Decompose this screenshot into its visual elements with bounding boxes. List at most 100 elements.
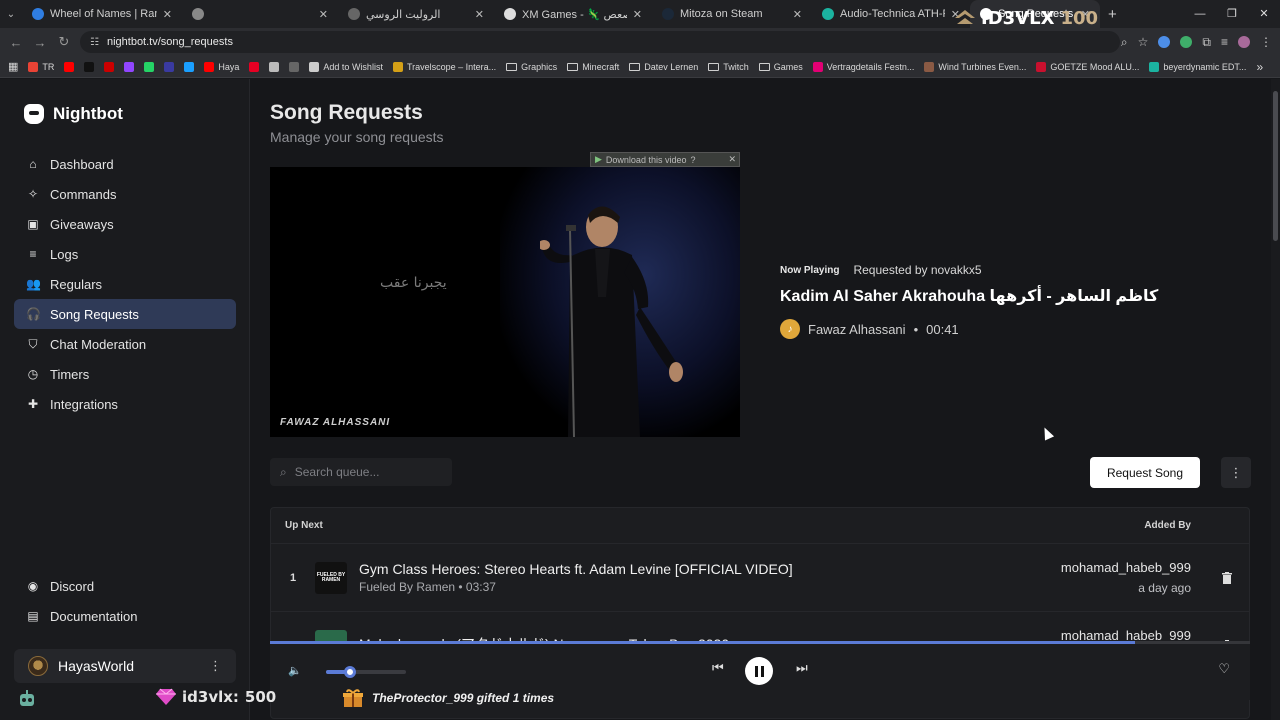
sidebar-item-discord[interactable]: ◉ Discord (14, 571, 236, 601)
tab-close-icon[interactable]: ✕ (633, 8, 642, 21)
download-label: Download this video (605, 154, 687, 165)
bookmark-item[interactable] (289, 61, 300, 72)
browser-tab[interactable]: XM Games - 🦎 روليت عصعص ✕ (494, 0, 652, 28)
tab-close-icon[interactable]: ✕ (319, 8, 328, 21)
bookmark-item[interactable]: Wind Turbines Even... (924, 61, 1026, 72)
back-button[interactable]: ← (4, 35, 28, 50)
bookmark-item[interactable]: GOETZE Mood ALU... (1036, 61, 1139, 72)
sidebar-item-documentation[interactable]: ▤ Documentation (14, 601, 236, 631)
bookmark-item[interactable] (144, 61, 155, 72)
sidebar-item-giveaways[interactable]: ▣ Giveaways (14, 209, 236, 239)
media-controls-icon[interactable]: ≡ (1221, 35, 1228, 49)
bookmark-item[interactable]: Travelscope – Intera... (392, 61, 496, 72)
extension-icon[interactable] (1180, 36, 1193, 48)
volume-icon[interactable]: 🔈 (288, 664, 302, 677)
sidebar-nav: ⌂ Dashboard ✧ Commands ▣ Giveaways ≡ Logs 👥 Regul… (14, 149, 236, 419)
video-player[interactable]: يجبرنا عقب FAWAZ ALHASSANI (270, 167, 740, 437)
bookmark-folder[interactable]: Games (758, 62, 803, 72)
restore-button[interactable]: ❐ (1216, 0, 1248, 28)
reload-button[interactable]: ↻ (52, 34, 76, 50)
bookmark-item[interactable]: Haya (204, 61, 239, 72)
download-video-bar[interactable]: ▶ Download this video ? ✕ (590, 152, 740, 167)
apps-grid-icon[interactable]: ▦ (8, 60, 18, 73)
previous-track-icon[interactable]: ⏮ (712, 660, 724, 676)
bookmark-item[interactable] (164, 61, 175, 72)
volume-slider[interactable] (326, 666, 406, 678)
bookmark-item[interactable]: Add to Wishlist (309, 61, 383, 72)
sidebar-item-commands[interactable]: ✧ Commands (14, 179, 236, 209)
bookmark-favicon-icon (269, 61, 280, 72)
browser-tab[interactable]: Audio-Technica ATH-R70xa – M✕ (812, 0, 970, 28)
table-row[interactable]: 1 FUELED BY RAMEN Gym Class Heroes: Stereo… (271, 544, 1249, 612)
browser-menu-icon[interactable]: ⋮ (1260, 35, 1272, 49)
bookmark-favicon-icon (812, 61, 823, 72)
profile-avatar[interactable] (1238, 36, 1250, 48)
bookmark-folder[interactable]: Minecraft (567, 62, 619, 72)
extension-icon[interactable] (1158, 36, 1171, 48)
bookmark-item[interactable] (64, 61, 75, 72)
browser-tab[interactable]: Wheel of Names | Random nam ✕ (22, 0, 182, 28)
browser-tab[interactable]: ✕ (182, 0, 338, 28)
queue-search[interactable]: ⌕ (270, 458, 452, 486)
user-menu[interactable]: HayasWorld ⋮ (14, 649, 236, 683)
bookmark-item[interactable] (84, 61, 95, 72)
sidebar-item-integrations[interactable]: ✚ Integrations (14, 389, 236, 419)
bookmark-item[interactable] (104, 61, 115, 72)
tab-search-button[interactable]: ⌄ (0, 9, 22, 20)
search-input[interactable] (294, 465, 435, 479)
bookmark-folder[interactable]: Datev Lernen (629, 62, 698, 72)
sidebar-item-dashboard[interactable]: ⌂ Dashboard (14, 149, 236, 179)
bookmark-item[interactable] (269, 61, 280, 72)
url-bar[interactable]: ☷ nightbot.tv/song_requests (80, 31, 1120, 53)
tab-close-icon[interactable]: ✕ (475, 8, 484, 21)
zoom-icon[interactable]: ⌕ (1121, 35, 1128, 50)
new-tab-button[interactable]: + (1100, 6, 1125, 23)
added-by-user[interactable]: mohamad_habeb_999 (1061, 560, 1191, 575)
bookmark-item[interactable] (184, 61, 195, 72)
tab-close-icon[interactable]: ✕ (163, 8, 172, 21)
bookmark-star-icon[interactable]: ☆ (1138, 35, 1149, 49)
minimize-button[interactable]: — (1184, 0, 1216, 28)
request-song-button[interactable]: Request Song (1090, 457, 1200, 488)
page-scrollbar[interactable] (1271, 79, 1280, 720)
favorite-heart-icon[interactable]: ♡ (1218, 661, 1230, 677)
brand[interactable]: Nightbot (24, 104, 123, 124)
tab-close-icon[interactable]: ✕ (793, 8, 802, 21)
browser-tab[interactable]: الروليت الروسي ✕ (338, 0, 494, 28)
sidebar-item-song-requests[interactable]: 🎧 Song Requests (14, 299, 236, 329)
sidebar-item-regulars[interactable]: 👥 Regulars (14, 269, 236, 299)
help-icon[interactable]: ? (690, 155, 695, 165)
bookmark-item[interactable]: Vertragdetails Festn... (812, 61, 914, 72)
bookmark-item[interactable] (249, 61, 260, 72)
more-options-icon[interactable]: ⋮ (1221, 457, 1251, 488)
url-text: nightbot.tv/song_requests (106, 36, 233, 48)
sidebar-item-logs[interactable]: ≡ Logs (14, 239, 236, 269)
queue-song-title[interactable]: Gym Class Heroes: Stereo Hearts ft. Adam… (359, 561, 793, 577)
tab-title: XM Games - 🦎 روليت عصعص (522, 8, 627, 21)
scrollbar-thumb[interactable] (1273, 91, 1278, 241)
bookmark-item[interactable] (124, 61, 135, 72)
site-info-icon[interactable]: ☷ (90, 37, 99, 48)
next-track-icon[interactable]: ⏭ (796, 660, 808, 676)
volume-knob[interactable] (344, 666, 356, 678)
user-menu-kebab-icon[interactable]: ⋮ (209, 658, 222, 674)
pause-button[interactable] (745, 657, 773, 685)
bookmark-item[interactable]: beyerdynamic EDT... (1149, 61, 1246, 72)
channel-name[interactable]: Fawaz Alhassani (808, 322, 906, 337)
now-playing-title[interactable]: Kadim Al Saher Akrahouha كاظم الساهر - أ… (780, 286, 1250, 306)
trash-icon[interactable] (1219, 570, 1235, 586)
bookmarks-overflow-icon[interactable]: » (1256, 60, 1263, 74)
bookmark-item[interactable]: TR (28, 61, 54, 72)
close-window-button[interactable]: ✕ (1248, 0, 1280, 28)
close-icon[interactable]: ✕ (728, 154, 736, 165)
avatar (28, 656, 48, 676)
bookmark-folder[interactable]: Graphics (506, 62, 557, 72)
sidebar-item-timers[interactable]: ◷ Timers (14, 359, 236, 389)
sidebar-item-chat-moderation[interactable]: ⛉ Chat Moderation (14, 329, 236, 359)
browser-tab[interactable]: Mitoza on Steam ✕ (652, 0, 812, 28)
now-playing-label: Now Playing (780, 264, 840, 276)
forward-button[interactable]: → (28, 35, 52, 50)
bookmark-folder[interactable]: Twitch (708, 62, 749, 72)
extensions-puzzle-icon[interactable]: ⧉ (1202, 35, 1211, 50)
overlay-sub-user: id3vlx: (182, 688, 239, 706)
